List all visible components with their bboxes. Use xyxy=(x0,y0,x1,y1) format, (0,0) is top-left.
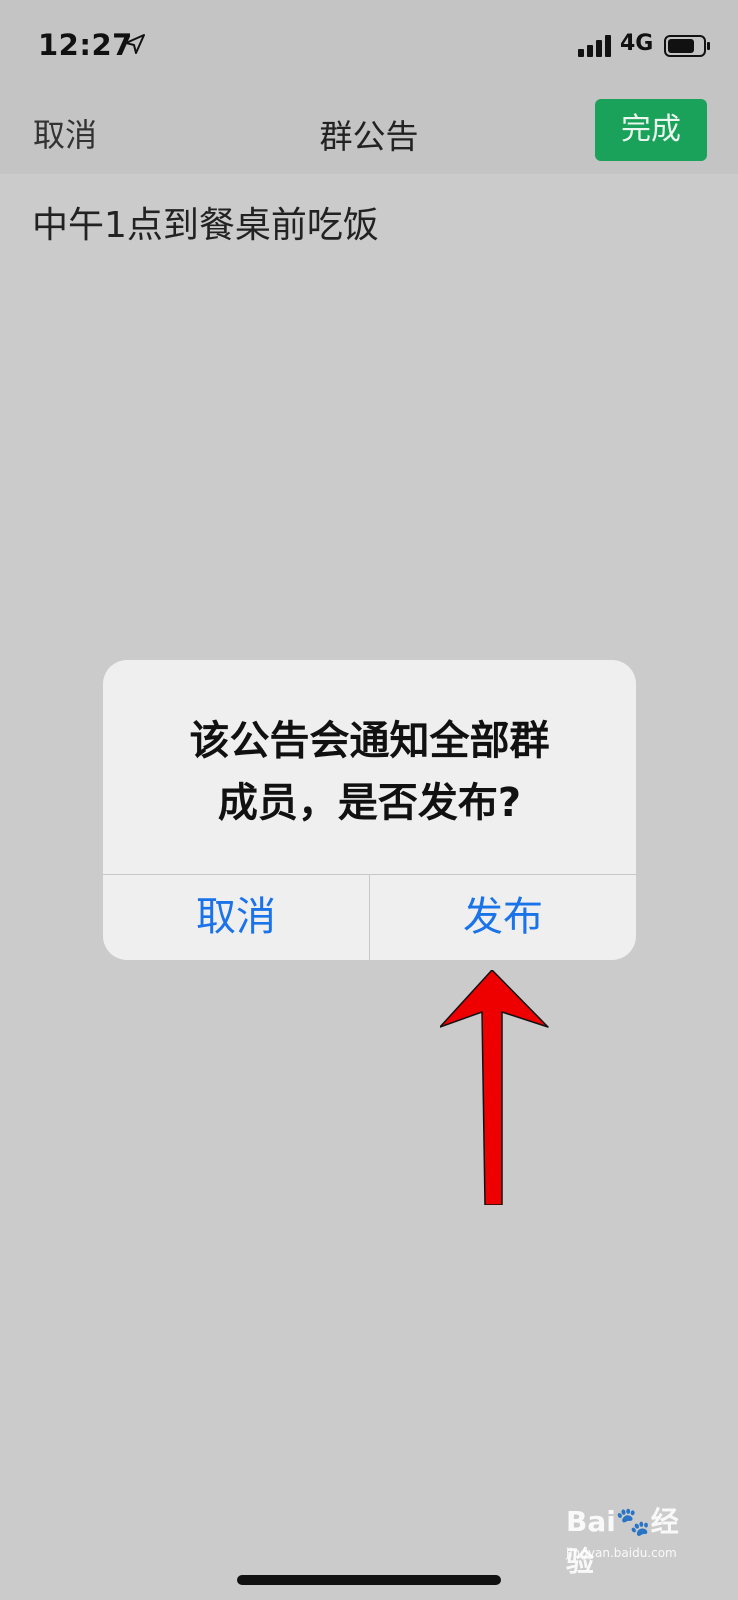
dialog-message: 该公告会通知全部群 成员，是否发布? xyxy=(143,710,596,834)
announcement-text[interactable]: 中午1点到餐桌前吃饭 xyxy=(32,196,379,248)
done-button[interactable]: 完成 xyxy=(595,99,707,161)
nav-bar: 取消 群公告 完成 xyxy=(0,92,738,174)
status-bar: 12:27 4G xyxy=(0,0,738,92)
status-time: 12:27 xyxy=(38,28,133,62)
dialog-cancel-button[interactable]: 取消 xyxy=(103,875,369,960)
dialog-message-line: 该公告会通知全部群 xyxy=(189,718,550,764)
battery-icon xyxy=(664,35,710,57)
screen: 12:27 4G 取消 群公告 完成 中午1点到餐桌前吃饭 该公告会通知全部群 … xyxy=(0,0,738,1600)
paw-icon: 🐾 xyxy=(615,1505,651,1538)
confirm-dialog: 该公告会通知全部群 成员，是否发布? 取消 发布 xyxy=(103,660,636,960)
watermark-logo: Bai🐾经验 xyxy=(566,1505,679,1578)
red-arrow-annotation xyxy=(440,970,549,1205)
signal-bars-icon xyxy=(578,35,611,57)
watermark-url: jingyan.baidu.com xyxy=(566,1546,677,1560)
home-indicator[interactable] xyxy=(237,1575,501,1585)
dialog-message-line: 成员，是否发布? xyxy=(217,780,522,826)
baidu-watermark: Bai🐾经验 xyxy=(566,1492,706,1578)
network-label: 4G xyxy=(620,31,654,56)
location-arrow-icon xyxy=(125,34,145,54)
dialog-publish-button[interactable]: 发布 xyxy=(370,875,636,960)
